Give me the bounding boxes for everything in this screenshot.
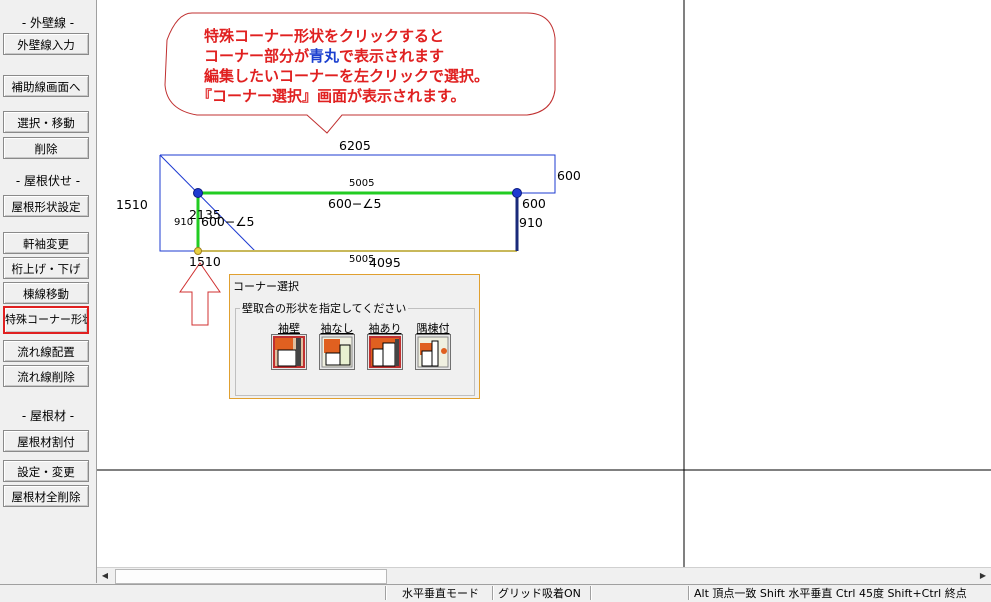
- special-corner-shape-button[interactable]: 特殊コーナー形状: [3, 306, 89, 334]
- sode-kabe-icon: [273, 336, 305, 368]
- tool-sidebar: - 外壁線 - 外壁線入力 補助線画面へ 選択・移動 削除 - 屋根伏せ - 屋…: [0, 0, 97, 583]
- roof-material-delete-all-button[interactable]: 屋根材全削除: [3, 485, 89, 507]
- sode-ari-icon: [369, 336, 401, 368]
- scroll-thumb[interactable]: [115, 569, 387, 584]
- callout-blue-circle-text: 青丸: [309, 47, 340, 65]
- corner-select-dialog[interactable]: コーナー選択 袖壁 袖なし 袖あり 隅棟付 壁取合の形状を指定してください: [229, 274, 480, 399]
- dim-right-600: 600: [522, 196, 546, 211]
- sumimune-tsuki-button[interactable]: [415, 334, 451, 370]
- flow-line-delete-button[interactable]: 流れ線削除: [3, 365, 89, 387]
- flow-line-place-button[interactable]: 流れ線配置: [3, 340, 89, 362]
- wall-junction-group: 袖壁 袖なし 袖あり 隅棟付: [235, 308, 475, 396]
- section-label-roof-material: - 屋根材 -: [21, 409, 75, 423]
- delete-button[interactable]: 削除: [3, 137, 89, 159]
- aux-line-screen-button[interactable]: 補助線画面へ: [3, 75, 89, 97]
- dim-right-910: 910: [519, 215, 543, 230]
- hip-line: [159, 154, 256, 252]
- dim-left-910: 910: [174, 217, 194, 228]
- callout-text: 特殊コーナー形状をクリックすると コーナー部分が青丸で表示されます 編集したいコ…: [197, 26, 490, 106]
- girder-raise-lower-button[interactable]: 桁上げ・下げ: [3, 257, 89, 279]
- status-mode: 水平垂直モード: [402, 587, 479, 600]
- dim-bottom-1510: 1510: [189, 254, 221, 269]
- settings-change-button[interactable]: 設定・変更: [3, 460, 89, 482]
- status-key-hints: Alt 頂点一致 Shift 水平垂直 Ctrl 45度 Shift+Ctrl …: [694, 587, 967, 600]
- ridge-line-move-button[interactable]: 棟線移動: [3, 282, 89, 304]
- roof-shape-settings-button[interactable]: 屋根形状設定: [3, 195, 89, 217]
- callout-line-4: 『コーナー選択』画面が表示されます。: [197, 87, 466, 105]
- group-label: 壁取合の形状を指定してください: [240, 300, 409, 316]
- roof-material-allocate-button[interactable]: 屋根材割付: [3, 430, 89, 452]
- sode-nashi-icon: [321, 336, 353, 368]
- status-bar: 水平垂直モード グリッド吸着ON Alt 頂点一致 Shift 水平垂直 Ctr…: [0, 584, 991, 602]
- callout-line-2: コーナー部分が青丸で表示されます: [204, 47, 445, 65]
- dim-bottom-4095: 4095: [369, 255, 401, 270]
- section-label-roof-plan: - 屋根伏せ -: [15, 174, 81, 188]
- callout-line-1: 特殊コーナー形状をクリックすると: [204, 27, 445, 45]
- dim-inner-mid: 600−∠5: [328, 196, 382, 211]
- dim-left: 1510: [116, 197, 148, 212]
- dim-top: 6205: [339, 138, 371, 153]
- pointer-arrow: [179, 262, 221, 326]
- corner-marker-top-left: [193, 188, 203, 198]
- select-move-button[interactable]: 選択・移動: [3, 111, 89, 133]
- status-grid-snap: グリッド吸着ON: [498, 587, 581, 600]
- dialog-title: コーナー選択: [233, 280, 299, 293]
- section-label-exterior-wall: - 外壁線 -: [21, 16, 75, 30]
- scroll-left-arrow-icon[interactable]: ◀: [97, 568, 113, 584]
- scroll-right-arrow-icon[interactable]: ▶: [975, 568, 991, 584]
- callout-line-3: 編集したいコーナーを左クリックで選択。: [204, 67, 490, 85]
- dim-inner-top: 5005: [349, 178, 375, 189]
- dim-left-600: 600−∠5: [201, 214, 255, 229]
- sode-kabe-button[interactable]: [271, 334, 307, 370]
- corner-marker-top-right: [512, 188, 522, 198]
- sode-ari-button[interactable]: [367, 334, 403, 370]
- eave-sleeve-change-button[interactable]: 軒袖変更: [3, 232, 89, 254]
- exterior-wall-input-button[interactable]: 外壁線入力: [3, 33, 89, 55]
- horizontal-scrollbar[interactable]: ◀ ▶: [97, 567, 991, 584]
- sumimune-tsuki-icon: [417, 336, 449, 368]
- dim-right-upper: 600: [557, 168, 581, 183]
- sode-nashi-button[interactable]: [319, 334, 355, 370]
